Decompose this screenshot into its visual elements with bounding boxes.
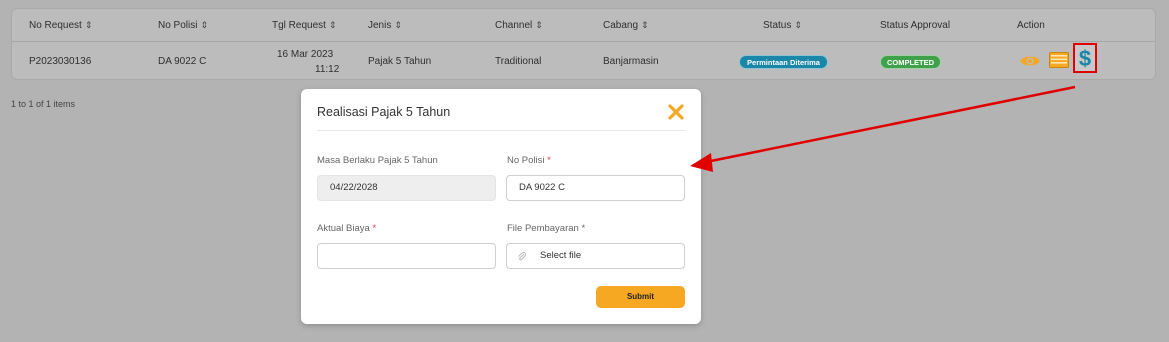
sort-icon[interactable]: ⇕ <box>200 20 208 30</box>
header-label: Action <box>1017 20 1045 31</box>
modal-divider <box>317 130 685 131</box>
file-pembayaran-label-text: File Pembayaran <box>507 223 579 234</box>
header-cabang[interactable]: Cabang ⇕ <box>603 20 649 31</box>
cell-channel: Traditional <box>495 56 542 67</box>
status-badge: Permintaan Diterima <box>739 55 828 69</box>
aktual-biaya-label: Aktual Biaya * <box>317 223 376 234</box>
cell-no-polisi: DA 9022 C <box>158 56 207 67</box>
cell-jenis: Pajak 5 Tahun <box>368 56 432 67</box>
required-mark: * <box>547 155 551 166</box>
approval-badge: COMPLETED <box>880 55 941 69</box>
list-icon[interactable] <box>1049 52 1069 68</box>
header-label: Tgl Request <box>272 20 326 31</box>
header-divider <box>12 41 1155 42</box>
dollar-icon: $ <box>1079 46 1091 71</box>
submit-button[interactable]: Submit <box>596 286 685 308</box>
header-label: Status Approval <box>880 20 951 31</box>
header-label: Status <box>763 20 792 31</box>
file-pembayaran-picker[interactable]: Select file <box>506 243 685 269</box>
annotation-arrow-line <box>705 85 1076 164</box>
dollar-button[interactable]: $ <box>1073 43 1097 73</box>
masa-berlaku-label: Masa Berlaku Pajak 5 Tahun <box>317 155 438 166</box>
sort-icon[interactable]: ⇕ <box>794 20 802 30</box>
sort-icon[interactable]: ⇕ <box>641 20 649 30</box>
header-label: Jenis <box>368 20 392 31</box>
aktual-biaya-label-text: Aktual Biaya <box>317 223 370 234</box>
header-no-request[interactable]: No Request ⇕ <box>29 20 92 31</box>
paperclip-icon <box>518 252 527 261</box>
sort-icon[interactable]: ⇕ <box>85 20 93 30</box>
sort-icon[interactable]: ⇕ <box>535 20 543 30</box>
required-mark: * <box>581 223 586 234</box>
eye-icon[interactable] <box>1019 54 1041 68</box>
cell-no-request: P2023030136 <box>29 56 92 67</box>
required-mark: * <box>372 223 377 234</box>
close-icon[interactable] <box>667 103 685 121</box>
header-action: Action <box>1017 20 1045 31</box>
header-label: Cabang <box>603 20 639 31</box>
sort-icon[interactable]: ⇕ <box>329 20 337 30</box>
no-polisi-label-text: No Polisi <box>507 155 545 166</box>
masa-berlaku-field: 04/22/2028 <box>317 175 496 201</box>
select-file-text: Select file <box>540 250 582 261</box>
header-jenis[interactable]: Jenis ⇕ <box>368 20 402 31</box>
file-pembayaran-label: File Pembayaran * <box>507 223 585 234</box>
modal-title: Realisasi Pajak 5 Tahun <box>317 105 451 119</box>
header-label: No Request <box>29 20 82 31</box>
aktual-biaya-input[interactable] <box>317 243 496 269</box>
cell-tgl-time: 11:12 <box>315 64 340 75</box>
cell-tgl-date: 16 Mar 2023 <box>277 49 334 60</box>
header-label: Channel <box>495 20 533 31</box>
cell-cabang: Banjarmasin <box>603 56 659 67</box>
header-status-approval: Status Approval <box>880 20 950 31</box>
requests-table: No Request ⇕ No Polisi ⇕ Tgl Request ⇕ Jeni… <box>11 8 1156 80</box>
pagination-info: 1 to 1 of 1 items <box>11 99 76 109</box>
header-no-polisi[interactable]: No Polisi ⇕ <box>158 20 208 31</box>
no-polisi-label: No Polisi * <box>507 155 551 166</box>
sort-icon[interactable]: ⇕ <box>394 20 402 30</box>
header-channel[interactable]: Channel ⇕ <box>495 20 543 31</box>
header-tgl-request[interactable]: Tgl Request ⇕ <box>272 20 336 31</box>
svg-text:$: $ <box>1079 46 1091 71</box>
realisasi-modal: Realisasi Pajak 5 Tahun Masa Berlaku Paj… <box>301 89 701 324</box>
header-label: No Polisi <box>158 20 198 31</box>
header-status[interactable]: Status ⇕ <box>763 20 802 31</box>
no-polisi-field[interactable]: DA 9022 C <box>506 175 685 201</box>
